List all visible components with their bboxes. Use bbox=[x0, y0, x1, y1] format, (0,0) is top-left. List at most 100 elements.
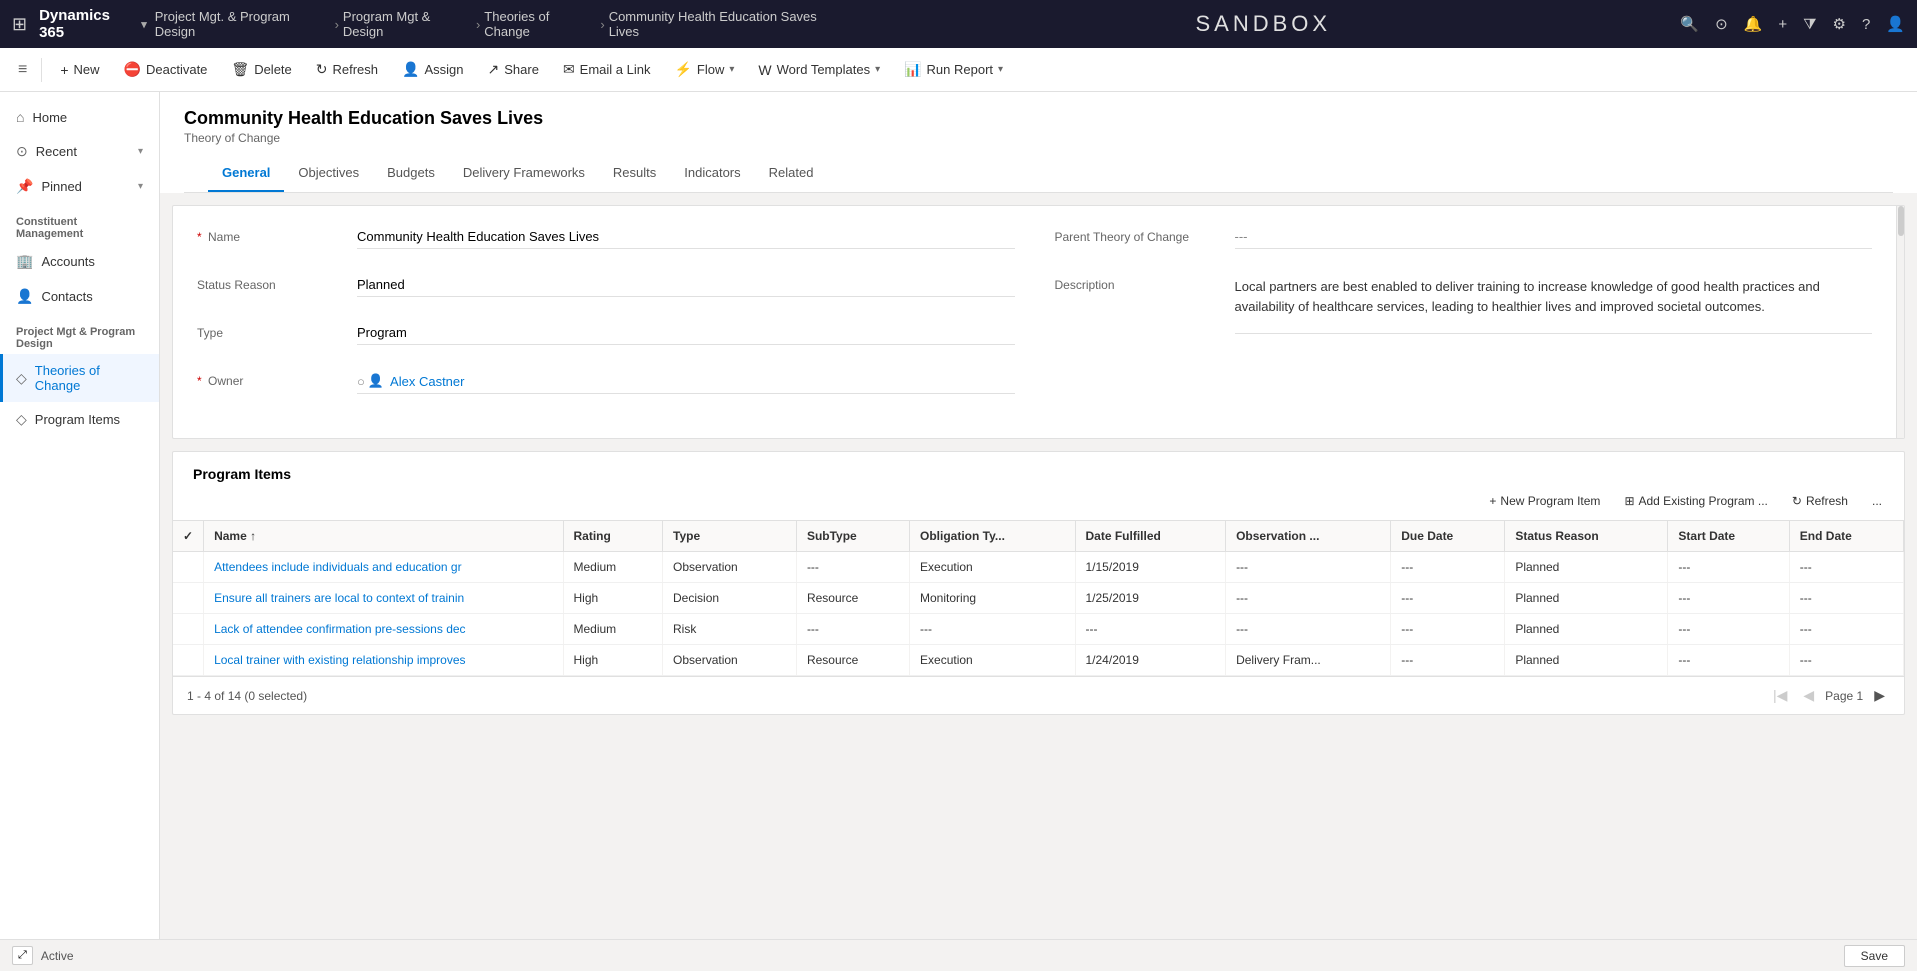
save-button[interactable]: Save bbox=[1844, 945, 1905, 967]
status-reason-value[interactable]: Planned bbox=[357, 274, 1015, 297]
sidebar-item-contacts[interactable]: 👤 Contacts bbox=[0, 279, 159, 314]
accounts-icon: 🏢 bbox=[16, 253, 33, 270]
expand-button[interactable]: ⤢ bbox=[12, 946, 33, 965]
run-report-icon: 📊 bbox=[904, 61, 921, 78]
app-name[interactable]: Dynamics 365 ▾ bbox=[39, 7, 147, 41]
settings-icon[interactable]: ⚙ bbox=[1833, 15, 1846, 33]
sidebar-item-theories-of-change[interactable]: ◇ Theories of Change bbox=[0, 354, 159, 402]
row4-name[interactable]: Local trainer with existing relationship… bbox=[204, 645, 563, 676]
grid-count: 1 - 4 of 14 (0 selected) bbox=[187, 689, 307, 703]
breadcrumb-item-2[interactable]: Program Mgt & Design bbox=[343, 9, 472, 39]
add-existing-program-button[interactable]: ⊞ Add Existing Program ... bbox=[1614, 490, 1777, 512]
tab-general[interactable]: General bbox=[208, 155, 284, 192]
new-program-item-icon: + bbox=[1489, 494, 1496, 508]
sidebar-item-pinned[interactable]: 📌 Pinned ▾ bbox=[0, 169, 159, 204]
run-report-button[interactable]: 📊 Run Report ▾ bbox=[894, 56, 1013, 83]
row1-end-date: --- bbox=[1789, 552, 1903, 583]
new-program-item-button[interactable]: + New Program Item bbox=[1479, 490, 1610, 512]
main-layout: ⌂ Home ⊙ Recent ▾ 📌 Pinned ▾ Constituent… bbox=[0, 92, 1917, 939]
row2-check[interactable] bbox=[173, 583, 204, 614]
deactivate-button[interactable]: ⛔ Deactivate bbox=[114, 56, 218, 83]
table-row: Lack of attendee confirmation pre-sessio… bbox=[173, 614, 1904, 645]
help-icon[interactable]: ? bbox=[1862, 16, 1870, 33]
row2-due-date: --- bbox=[1391, 583, 1505, 614]
circle-icon[interactable]: ⊙ bbox=[1715, 15, 1728, 33]
search-icon[interactable]: 🔍 bbox=[1680, 15, 1699, 33]
tab-delivery-frameworks[interactable]: Delivery Frameworks bbox=[449, 155, 599, 192]
status-reason-field: Status Reason Planned bbox=[197, 274, 1015, 304]
parent-theory-value[interactable]: --- bbox=[1235, 226, 1873, 249]
tab-related[interactable]: Related bbox=[755, 155, 828, 192]
owner-value[interactable]: ○ 👤 Alex Castner bbox=[357, 370, 1015, 394]
share-button[interactable]: ↗ Share bbox=[478, 56, 549, 83]
owner-link[interactable]: Alex Castner bbox=[390, 374, 464, 389]
flow-caret-icon: ▾ bbox=[729, 64, 734, 75]
row3-name[interactable]: Lack of attendee confirmation pre-sessio… bbox=[204, 614, 563, 645]
sidebar-item-accounts[interactable]: 🏢 Accounts bbox=[0, 244, 159, 279]
breadcrumb-item-3[interactable]: Theories of Change bbox=[484, 9, 596, 39]
row4-status-reason: Planned bbox=[1505, 645, 1668, 676]
prev-page-button[interactable]: ◀ bbox=[1798, 685, 1819, 706]
plus-icon[interactable]: + bbox=[1778, 16, 1787, 33]
row2-start-date: --- bbox=[1668, 583, 1789, 614]
subgrid-refresh-button[interactable]: ↻ Refresh bbox=[1782, 490, 1858, 512]
tab-objectives[interactable]: Objectives bbox=[284, 155, 373, 192]
row4-check[interactable] bbox=[173, 645, 204, 676]
col-date-fulfilled[interactable]: Date Fulfilled bbox=[1075, 521, 1226, 552]
breadcrumb-item-1[interactable]: Project Mgt. & Program Design bbox=[155, 9, 331, 39]
row4-start-date: --- bbox=[1668, 645, 1789, 676]
tab-results[interactable]: Results bbox=[599, 155, 670, 192]
col-due-date[interactable]: Due Date bbox=[1391, 521, 1505, 552]
name-value[interactable]: Community Health Education Saves Lives bbox=[357, 226, 1015, 249]
word-templates-button[interactable]: W Word Templates ▾ bbox=[748, 57, 890, 83]
delete-button[interactable]: 🗑 Delete bbox=[221, 56, 301, 83]
waffle-icon[interactable]: ⊞ bbox=[12, 14, 27, 35]
breadcrumb: Project Mgt. & Program Design › Program … bbox=[155, 9, 846, 39]
tab-budgets[interactable]: Budgets bbox=[373, 155, 449, 192]
filter-icon[interactable]: ⧩ bbox=[1803, 16, 1816, 33]
sandbox-label: SANDBOX bbox=[846, 11, 1680, 37]
program-items-title: Program Items bbox=[173, 452, 1904, 482]
tabs-bar: General Objectives Budgets Delivery Fram… bbox=[184, 155, 1893, 193]
row1-check[interactable] bbox=[173, 552, 204, 583]
add-existing-icon: ⊞ bbox=[1624, 494, 1634, 508]
col-status-reason[interactable]: Status Reason bbox=[1505, 521, 1668, 552]
tab-indicators[interactable]: Indicators bbox=[670, 155, 754, 192]
col-rating[interactable]: Rating bbox=[563, 521, 663, 552]
subgrid-more-button[interactable]: ... bbox=[1862, 490, 1892, 512]
col-start-date[interactable]: Start Date bbox=[1668, 521, 1789, 552]
refresh-button[interactable]: ↻ Refresh bbox=[306, 56, 388, 83]
col-end-date[interactable]: End Date bbox=[1789, 521, 1903, 552]
sidebar-item-program-items[interactable]: ◇ Program Items bbox=[0, 402, 159, 437]
flow-button[interactable]: ⚡ Flow ▾ bbox=[664, 56, 744, 83]
next-page-button[interactable]: ▶ bbox=[1869, 685, 1890, 706]
user-icon[interactable]: 👤 bbox=[1886, 15, 1905, 33]
word-templates-caret-icon: ▾ bbox=[875, 64, 880, 75]
type-value[interactable]: Program bbox=[357, 322, 1015, 345]
description-value[interactable]: Local partners are best enabled to deliv… bbox=[1235, 274, 1873, 334]
sidebar-toggle-button[interactable]: ≡ bbox=[12, 57, 33, 83]
bell-icon[interactable]: 🔔 bbox=[1744, 15, 1763, 33]
row1-name[interactable]: Attendees include individuals and educat… bbox=[204, 552, 563, 583]
recent-expand-icon: ▾ bbox=[138, 146, 143, 157]
email-link-button[interactable]: ✉ Email a Link bbox=[553, 56, 661, 83]
status-bar: ⤢ Active Save bbox=[0, 939, 1917, 971]
col-observation[interactable]: Observation ... bbox=[1226, 521, 1391, 552]
first-page-button[interactable]: |◀ bbox=[1768, 685, 1792, 706]
row3-subtype: --- bbox=[796, 614, 909, 645]
col-check[interactable]: ✓ bbox=[173, 521, 204, 552]
col-obligation-type[interactable]: Obligation Ty... bbox=[910, 521, 1075, 552]
row4-due-date: --- bbox=[1391, 645, 1505, 676]
scrollbar-thumb bbox=[1898, 206, 1904, 236]
col-type[interactable]: Type bbox=[663, 521, 797, 552]
row2-end-date: --- bbox=[1789, 583, 1903, 614]
sidebar-item-home[interactable]: ⌂ Home bbox=[0, 100, 159, 134]
row3-check[interactable] bbox=[173, 614, 204, 645]
form-scrollbar[interactable] bbox=[1896, 206, 1904, 438]
row2-name[interactable]: Ensure all trainers are local to context… bbox=[204, 583, 563, 614]
new-button[interactable]: + New bbox=[50, 57, 109, 83]
col-name[interactable]: Name ↑ bbox=[204, 521, 563, 552]
assign-button[interactable]: 👤 Assign bbox=[392, 56, 473, 83]
col-subtype[interactable]: SubType bbox=[796, 521, 909, 552]
sidebar-item-recent[interactable]: ⊙ Recent ▾ bbox=[0, 134, 159, 169]
